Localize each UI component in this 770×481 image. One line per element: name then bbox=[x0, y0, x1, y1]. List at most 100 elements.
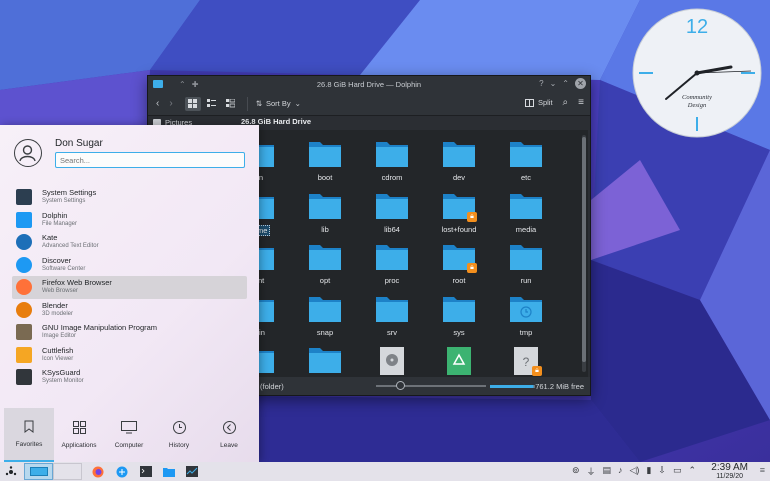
folder-item[interactable]: dev bbox=[431, 140, 487, 182]
zoom-slider[interactable] bbox=[376, 381, 486, 390]
folder-label: lib bbox=[321, 225, 329, 234]
tab-favorites[interactable]: Favorites bbox=[4, 408, 54, 462]
file-view[interactable]: binbootcdromdevetchomeliblib64🔒︎lost+fou… bbox=[232, 130, 588, 377]
launcher-app-item[interactable]: KSysGuard System Monitor bbox=[12, 366, 247, 389]
zoom-slider-handle[interactable] bbox=[396, 381, 405, 390]
updates-icon[interactable]: ⇩ bbox=[658, 465, 666, 478]
folder-item[interactable]: boot bbox=[297, 140, 353, 182]
scrollbar-thumb[interactable] bbox=[582, 137, 586, 362]
app-description: File Manager bbox=[42, 220, 78, 227]
task-firefox[interactable] bbox=[89, 463, 107, 480]
launcher-app-item[interactable]: Discover Software Center bbox=[12, 254, 247, 277]
file-item[interactable]: ? 🔒︎ bbox=[498, 346, 554, 377]
user-avatar[interactable] bbox=[14, 139, 42, 167]
panel-menu-icon[interactable]: ≡ bbox=[760, 465, 765, 475]
folder-item[interactable]: snap bbox=[297, 295, 353, 337]
launcher-app-item[interactable]: Cuttlefish Icon Viewer bbox=[12, 344, 247, 367]
file-item[interactable] bbox=[431, 346, 487, 377]
lock-icon: 🔒︎ bbox=[532, 366, 542, 376]
dolphin-statusbar: (folder) 761.2 MiB free bbox=[232, 377, 590, 395]
tab-computer[interactable]: Computer bbox=[104, 408, 154, 462]
folder-item[interactable]: tmp bbox=[498, 295, 554, 337]
desktop-2[interactable] bbox=[53, 463, 82, 480]
launcher-app-item[interactable]: Blender 3D modeler bbox=[12, 299, 247, 322]
launcher-app-item[interactable]: Firefox Web Browser Web Browser bbox=[12, 276, 247, 299]
app-description: System Settings bbox=[42, 198, 86, 205]
folder-item[interactable] bbox=[297, 346, 353, 376]
task-dolphin[interactable] bbox=[160, 463, 178, 480]
audio-icon[interactable]: ♪ bbox=[618, 465, 623, 478]
folder-item[interactable]: opt bbox=[297, 243, 353, 285]
folder-label: opt bbox=[319, 276, 331, 285]
tab-applications-label: Applications bbox=[61, 442, 97, 449]
folder-icon bbox=[376, 194, 408, 219]
minimize-button[interactable]: ⌄ bbox=[550, 79, 557, 88]
application-launcher-button[interactable] bbox=[2, 463, 20, 480]
removable-device-icon[interactable]: ▮ bbox=[646, 465, 651, 478]
dolphin-titlebar[interactable]: ⌃ ✚ 26.8 GiB Hard Drive — Dolphin ? ⌄ ⌃ … bbox=[148, 76, 590, 92]
tab-leave[interactable]: Leave bbox=[204, 408, 254, 462]
folder-item[interactable]: sys bbox=[431, 295, 487, 337]
maximize-button[interactable]: ⌃ bbox=[562, 79, 569, 88]
app-name: Blender bbox=[42, 300, 68, 310]
folder-item[interactable]: run bbox=[498, 243, 554, 285]
launcher-app-item[interactable]: GNU Image Manipulation Program Image Edit… bbox=[12, 321, 247, 344]
vault-icon[interactable]: ⊚ bbox=[572, 465, 580, 478]
launcher-app-item[interactable]: Kate Advanced Text Editor bbox=[12, 231, 247, 254]
folder-icon bbox=[443, 142, 475, 167]
launcher-search-input[interactable] bbox=[55, 152, 245, 168]
back-arrow-icon[interactable]: ‹ bbox=[156, 98, 159, 109]
folder-icon bbox=[510, 142, 542, 167]
task-ksysguard[interactable] bbox=[183, 463, 201, 480]
folder-item[interactable]: 🔒︎ lost+found bbox=[431, 192, 487, 234]
folder-item[interactable]: srv bbox=[364, 295, 420, 337]
favorites-list: System Settings System Settings Dolphin Fil… bbox=[12, 186, 247, 389]
split-button[interactable]: Split bbox=[524, 98, 553, 107]
forward-arrow-icon[interactable]: › bbox=[169, 98, 172, 109]
launcher-app-item[interactable]: System Settings System Settings bbox=[12, 186, 247, 209]
folder-item[interactable]: proc bbox=[364, 243, 420, 285]
task-discover[interactable] bbox=[113, 463, 131, 480]
volume-icon[interactable]: ◁) bbox=[630, 465, 640, 478]
application-launcher[interactable]: Don Sugar System SettingsSystem Settings… bbox=[0, 125, 259, 462]
hamburger-menu-icon[interactable]: ≡ bbox=[578, 97, 584, 108]
launcher-app-item[interactable]: Dolphin File Manager bbox=[12, 209, 247, 232]
search-icon[interactable]: ⌕ bbox=[563, 97, 569, 108]
file-view-scrollbar[interactable] bbox=[582, 135, 586, 372]
display-icon[interactable]: ▭ bbox=[673, 465, 682, 478]
network-icon[interactable]: ⏚ bbox=[586, 465, 595, 478]
folder-item[interactable]: lib64 bbox=[364, 192, 420, 234]
close-button[interactable]: ✕ bbox=[575, 78, 586, 89]
virtual-desktop-pager[interactable] bbox=[24, 463, 82, 480]
pin-icon[interactable]: ✚ bbox=[192, 80, 199, 89]
tray-expand-icon[interactable]: ⌃ bbox=[688, 465, 696, 478]
details-view-button[interactable] bbox=[223, 97, 239, 111]
system-monitor-icon bbox=[186, 466, 198, 477]
folder-item[interactable]: lib bbox=[297, 192, 353, 234]
folder-item[interactable]: etc bbox=[498, 140, 554, 182]
help-button[interactable]: ? bbox=[539, 79, 543, 88]
folder-item[interactable]: 🔒︎ root bbox=[431, 243, 487, 285]
clipboard-icon[interactable]: ▤ bbox=[603, 465, 612, 478]
computer-icon bbox=[121, 421, 137, 434]
tab-computer-label: Computer bbox=[114, 442, 144, 449]
sort-by-button[interactable]: ⇅ Sort By ⌄ bbox=[256, 99, 301, 108]
task-konsole[interactable] bbox=[137, 463, 155, 480]
keep-above-icon[interactable]: ⌃ bbox=[179, 80, 186, 89]
tab-history[interactable]: History bbox=[154, 408, 204, 462]
folder-icon bbox=[510, 194, 542, 219]
analog-clock-widget[interactable]: 12 Community Design bbox=[631, 7, 763, 139]
tab-history-label: History bbox=[168, 442, 190, 449]
compact-view-button[interactable] bbox=[204, 97, 220, 111]
history-clock-icon bbox=[172, 421, 186, 434]
folder-icon bbox=[163, 467, 175, 477]
folder-item[interactable]: media bbox=[498, 192, 554, 234]
folder-label: lib64 bbox=[384, 225, 400, 234]
file-item[interactable] bbox=[364, 346, 420, 377]
tab-applications[interactable]: Applications bbox=[54, 408, 104, 462]
icons-view-button[interactable] bbox=[184, 96, 201, 111]
desktop-1[interactable] bbox=[24, 463, 53, 480]
folder-item[interactable]: cdrom bbox=[364, 140, 420, 182]
digital-clock[interactable]: 2:39 AM 11/29/20 bbox=[711, 462, 748, 481]
desktop-1-window-thumb bbox=[29, 467, 48, 476]
